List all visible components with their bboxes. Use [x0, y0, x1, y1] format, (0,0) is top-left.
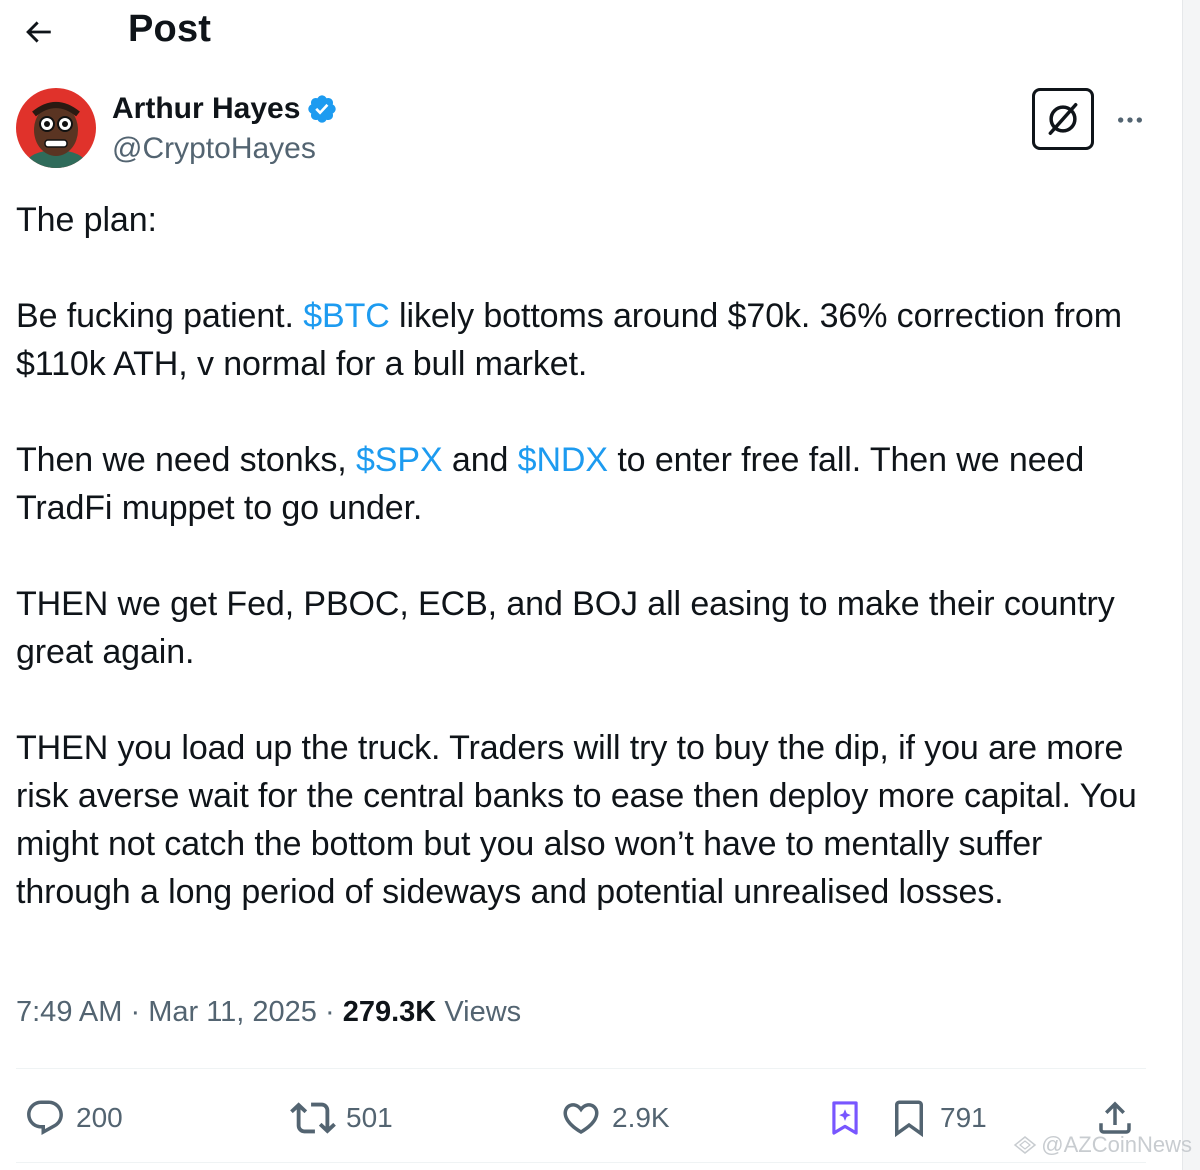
right-scroll-rail — [1182, 0, 1200, 1170]
grok-analyze-icon — [832, 1101, 858, 1135]
repost-count: 501 — [346, 1102, 393, 1133]
tweet-text-segment: THEN we get Fed, PBOC, ECB, and BOJ all … — [16, 585, 1115, 671]
tweet-paragraph: The plan: — [16, 196, 1156, 244]
watermark-text: @AZCoinNews — [1041, 1132, 1192, 1157]
watermark-logo-icon — [1014, 1136, 1037, 1154]
grok-icon — [1048, 103, 1078, 135]
arrow-left-icon — [26, 21, 51, 43]
avatar-image — [16, 88, 96, 168]
like-count: 2.9K — [612, 1102, 670, 1133]
divider — [16, 1068, 1146, 1069]
author-name: Arthur Hayes — [112, 92, 301, 125]
tweet-paragraph: THEN you load up the truck. Traders will… — [16, 724, 1156, 916]
tweet-meta: 7:49 AM · Mar 11, 2025 · 279.3K Views — [16, 996, 521, 1029]
reply-button[interactable]: 200 — [24, 1090, 123, 1146]
avatar[interactable] — [16, 88, 96, 168]
tweet-paragraph: THEN we get Fed, PBOC, ECB, and BOJ all … — [16, 580, 1156, 676]
bookmark-button[interactable]: 791 — [888, 1090, 987, 1146]
tweet-text: The plan: Be fucking patient. $BTC likely… — [16, 196, 1156, 916]
tweet-text-segment: Then we need stonks, — [16, 441, 356, 479]
bookmark-icon — [895, 1100, 923, 1138]
views-label: Views — [444, 996, 522, 1028]
tweet-text-segment: Be fucking patient. — [16, 297, 304, 335]
tweet-text-segment: The plan: — [16, 201, 157, 239]
more-horizontal-icon — [1118, 117, 1142, 123]
views-count: 279.3K — [342, 996, 437, 1028]
tweet-text-segment: and — [442, 441, 518, 479]
verified-badge-icon — [308, 95, 337, 123]
heart-icon — [563, 1103, 599, 1135]
divider — [16, 1162, 1146, 1163]
author-row: Arthur Hayes @CryptoHayes — [16, 88, 1166, 170]
reply-icon — [27, 1100, 63, 1135]
cashtag-link[interactable]: $SPX — [356, 441, 443, 479]
tweet-paragraph: Be fucking patient. $BTC likely bottoms … — [16, 292, 1156, 388]
tweet-paragraph: Then we need stonks, $SPX and $NDX to en… — [16, 436, 1156, 532]
more-options-button[interactable] — [1108, 98, 1152, 142]
author-name-line[interactable]: Arthur Hayes — [112, 92, 338, 126]
page-title: Post — [128, 8, 212, 50]
watermark: @AZCoinNews — [1013, 1132, 1192, 1158]
meta-separator: · — [130, 996, 141, 1028]
grok-button[interactable] — [1032, 88, 1094, 150]
action-bar: 200 501 2.9K 791 — [0, 1090, 1182, 1146]
meta-separator: · — [325, 996, 335, 1028]
cashtag-link[interactable]: $NDX — [518, 441, 608, 479]
top-bar: Post — [0, 0, 1182, 66]
like-button[interactable]: 2.9K — [560, 1090, 670, 1146]
tweet-text-segment: THEN you load up the truck. Traders will… — [16, 729, 1137, 911]
repost-button[interactable]: 501 — [290, 1090, 393, 1146]
tweet-time[interactable]: 7:49 AM — [16, 996, 122, 1028]
author-handle[interactable]: @CryptoHayes — [112, 132, 316, 166]
back-button[interactable] — [16, 10, 60, 54]
repost-icon — [290, 1102, 336, 1134]
tweet-date[interactable]: Mar 11, 2025 — [148, 996, 317, 1028]
bookmark-count: 791 — [940, 1102, 987, 1133]
cashtag-link[interactable]: $BTC — [303, 297, 390, 335]
grok-analyze-button[interactable] — [826, 1090, 864, 1146]
reply-count: 200 — [76, 1102, 123, 1133]
